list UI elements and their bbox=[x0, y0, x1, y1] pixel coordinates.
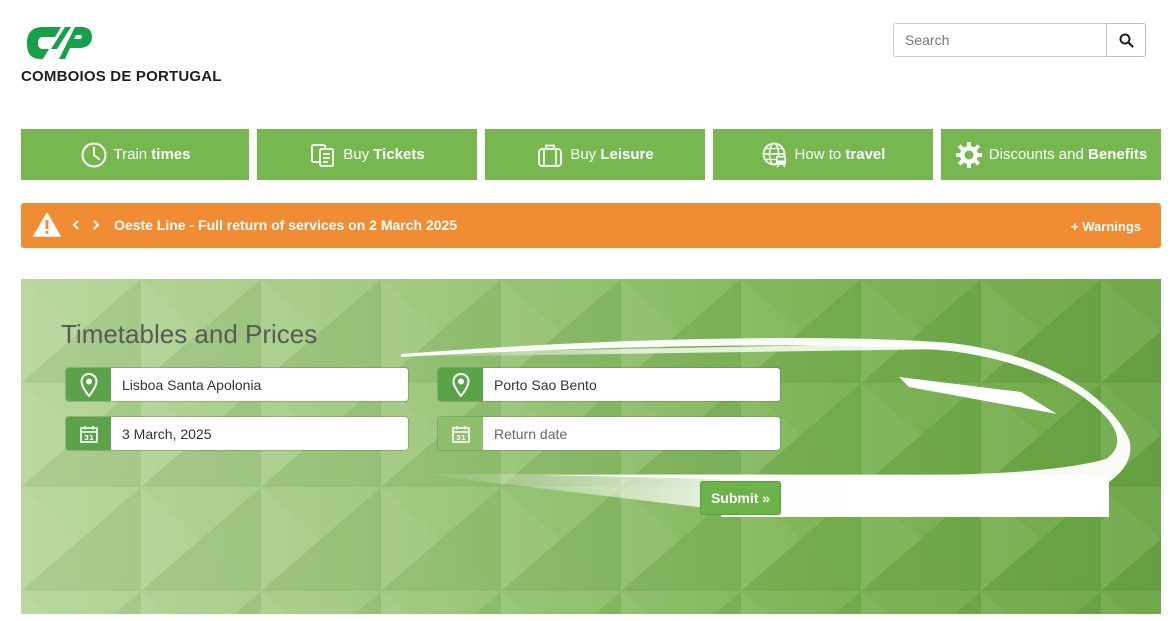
svg-text:31: 31 bbox=[456, 434, 466, 442]
departure-date-input[interactable] bbox=[111, 417, 408, 450]
nav-buy-leisure[interactable]: Buy Leisure bbox=[485, 129, 705, 180]
nav-label-light: Discounts and bbox=[988, 146, 1089, 163]
alert-prev-button[interactable] bbox=[69, 217, 83, 233]
chevron-right-icon bbox=[93, 220, 100, 230]
nav-label-bold: Leisure bbox=[600, 146, 654, 163]
nav-label-light: Train bbox=[113, 146, 152, 163]
more-warnings-link[interactable]: + Warnings bbox=[1071, 219, 1141, 234]
nav-how-to-travel[interactable]: How to travel bbox=[713, 129, 933, 180]
destination-input[interactable] bbox=[483, 368, 780, 401]
nav-label-bold: Benefits bbox=[1088, 146, 1148, 163]
location-pin-icon bbox=[66, 368, 111, 401]
chevron-left-icon bbox=[72, 220, 79, 230]
clock-icon bbox=[80, 141, 108, 169]
return-date-input[interactable] bbox=[483, 417, 780, 450]
gear-badge-icon bbox=[955, 141, 983, 169]
warning-icon bbox=[33, 212, 61, 237]
search-input[interactable] bbox=[893, 23, 1106, 57]
calendar-icon: 31 bbox=[66, 417, 111, 450]
nav-train-times[interactable]: Train times bbox=[21, 129, 249, 180]
nav-label-light: Buy bbox=[343, 146, 374, 163]
search-bar bbox=[893, 23, 1146, 57]
return-date-field: 31 bbox=[438, 417, 780, 450]
timetable-hero: Timetables and Prices 31 31 Submit » bbox=[21, 279, 1161, 614]
main-nav: Train times Buy Tickets Buy Leisure How … bbox=[21, 129, 1161, 180]
luggage-icon bbox=[536, 141, 564, 169]
cp-logo[interactable]: COMBOIOS DE PORTUGAL bbox=[21, 24, 221, 88]
location-pin-icon bbox=[438, 368, 483, 401]
search-icon bbox=[1119, 33, 1134, 48]
submit-button[interactable]: Submit » bbox=[700, 481, 781, 515]
globe-train-icon bbox=[761, 141, 789, 169]
brand-name: COMBOIOS DE PORTUGAL bbox=[21, 68, 222, 85]
destination-field bbox=[438, 368, 780, 401]
alert-next-button[interactable] bbox=[89, 217, 103, 233]
calendar-icon: 31 bbox=[438, 417, 483, 450]
origin-input[interactable] bbox=[111, 368, 408, 401]
tickets-icon bbox=[309, 141, 337, 169]
nav-label-bold: Tickets bbox=[373, 146, 425, 163]
search-button[interactable] bbox=[1106, 23, 1146, 57]
alert-message[interactable]: Oeste Line - Full return of services on … bbox=[114, 217, 457, 233]
nav-label-light: How to bbox=[794, 146, 846, 163]
departure-date-field: 31 bbox=[66, 417, 408, 450]
nav-label-bold: times bbox=[151, 146, 191, 163]
nav-buy-tickets[interactable]: Buy Tickets bbox=[257, 129, 477, 180]
warning-bar: Oeste Line - Full return of services on … bbox=[21, 203, 1161, 248]
timetable-title: Timetables and Prices bbox=[61, 319, 318, 349]
nav-discounts-benefits[interactable]: Discounts and Benefits bbox=[941, 129, 1161, 180]
svg-text:31: 31 bbox=[84, 434, 94, 442]
nav-label-bold: travel bbox=[845, 146, 886, 163]
cp-logo-mark bbox=[27, 27, 92, 59]
origin-field bbox=[66, 368, 408, 401]
nav-label-light: Buy bbox=[570, 146, 601, 163]
